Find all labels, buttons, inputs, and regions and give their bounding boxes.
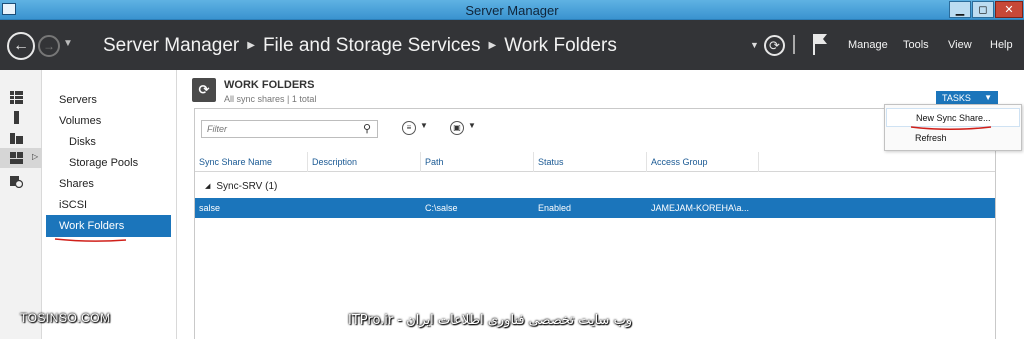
minimize-button[interactable]: ▁: [949, 1, 971, 18]
nav-item-work-folders[interactable]: Work Folders: [46, 215, 171, 237]
group-label: Sync-SRV (1): [216, 181, 278, 192]
breadcrumb-server-manager[interactable]: Server Manager: [103, 35, 239, 56]
rail-file-storage[interactable]: ▷: [0, 148, 42, 168]
iis-icon: [10, 176, 23, 188]
maximize-button[interactable]: ◻: [972, 1, 994, 18]
column-status[interactable]: Status: [534, 152, 647, 172]
sync-shares-grid: ⚲ ≡▼ ▣▼ Sync Share Name Description Path…: [194, 108, 996, 339]
work-folders-icon: ⟳: [192, 78, 216, 102]
cell-name: salse: [199, 203, 221, 213]
back-arrow-icon[interactable]: ←: [7, 32, 35, 60]
breadcrumb: Server Manager ▶ File and Storage Services…: [103, 35, 617, 57]
nav-panel: Servers Volumes Disks Storage Pools Shar…: [43, 70, 177, 339]
chevron-down-icon: ▼: [984, 93, 992, 102]
nav-item-disks[interactable]: Disks: [46, 132, 171, 152]
breadcrumb-separator-icon: ▶: [247, 40, 255, 51]
nav-item-iscsi[interactable]: iSCSI: [46, 195, 171, 215]
breadcrumb-work-folders: Work Folders: [504, 35, 617, 56]
table-row[interactable]: salse C:\salse Enabled JAMEJAM-KOREHA\a.…: [195, 198, 995, 218]
list-options-button[interactable]: ≡ ▼: [402, 121, 432, 137]
column-headers: Sync Share Name Description Path Status …: [195, 152, 995, 172]
nav-item-storage-pools[interactable]: Storage Pools: [46, 153, 171, 173]
nav-item-volumes[interactable]: Volumes: [46, 111, 171, 131]
breadcrumb-file-storage[interactable]: File and Storage Services: [263, 35, 481, 56]
annotation-underline: [54, 238, 127, 242]
close-button[interactable]: ✕: [995, 1, 1023, 18]
cell-access-group: JAMEJAM-KOREHA\a...: [651, 203, 750, 213]
rail-local-server[interactable]: [0, 108, 42, 128]
menu-manage[interactable]: Manage: [848, 39, 888, 51]
breadcrumb-separator-icon: ▶: [488, 40, 497, 51]
list-icon: ≡: [402, 121, 416, 135]
rail-dashboard[interactable]: [0, 88, 42, 108]
collapse-triangle-icon: ◢: [205, 183, 211, 190]
rail-all-servers[interactable]: [0, 128, 42, 148]
header-bar: ← → ▼ Server Manager ▶ File and Storage Se…: [0, 20, 1024, 70]
nav-item-servers[interactable]: Servers: [46, 90, 171, 110]
column-sync-share-name[interactable]: Sync Share Name: [195, 152, 308, 172]
chevron-down-icon: ▼: [420, 121, 428, 130]
search-icon[interactable]: ⚲: [363, 122, 371, 135]
menu-help[interactable]: Help: [990, 39, 1013, 51]
window-title-bar: Server Manager ▁ ◻ ✕: [0, 0, 1024, 20]
rail-iis[interactable]: [0, 172, 42, 192]
local-server-icon: [14, 111, 19, 124]
expand-arrow-icon: ▷: [32, 152, 39, 161]
watermark-left: TOSINSO.COM: [20, 311, 111, 325]
dashboard-icon: [10, 91, 23, 104]
nav-item-shares[interactable]: Shares: [46, 174, 171, 194]
page-title: WORK FOLDERS: [224, 79, 315, 91]
header-dropdown-icon[interactable]: ▼: [750, 40, 759, 50]
save-query-button[interactable]: ▣ ▼: [450, 121, 480, 137]
notifications-flag-icon[interactable]: [812, 32, 828, 56]
file-storage-icon: [10, 152, 23, 164]
all-servers-icon: [10, 133, 23, 144]
icon-rail: ▷: [0, 70, 42, 339]
filter-input[interactable]: [201, 120, 378, 138]
column-access-group[interactable]: Access Group: [647, 152, 759, 172]
save-icon: ▣: [450, 121, 464, 135]
tasks-button[interactable]: TASKS ▼: [936, 91, 998, 105]
group-header[interactable]: ◢ Sync-SRV (1): [205, 181, 277, 192]
annotation-underline: [910, 126, 992, 131]
refresh-icon[interactable]: ⟳: [764, 35, 785, 56]
menu-tools[interactable]: Tools: [903, 39, 929, 51]
divider: [793, 35, 795, 54]
column-description[interactable]: Description: [308, 152, 421, 172]
watermark-right: ITPro.ir - وب سایت تخصصی فناوری اطلاعات …: [348, 313, 633, 328]
menu-view[interactable]: View: [948, 39, 972, 51]
cell-description: [308, 198, 312, 218]
page-subtitle: All sync shares | 1 total: [224, 94, 317, 104]
column-path[interactable]: Path: [421, 152, 534, 172]
history-dropdown-icon[interactable]: ▼: [63, 38, 73, 49]
cell-path: C:\salse: [425, 203, 458, 213]
tasks-label: TASKS: [942, 93, 971, 103]
forward-arrow-icon[interactable]: →: [38, 35, 60, 57]
cell-status: Enabled: [538, 203, 572, 213]
window-title: Server Manager: [465, 3, 559, 18]
chevron-down-icon: ▼: [468, 121, 476, 130]
